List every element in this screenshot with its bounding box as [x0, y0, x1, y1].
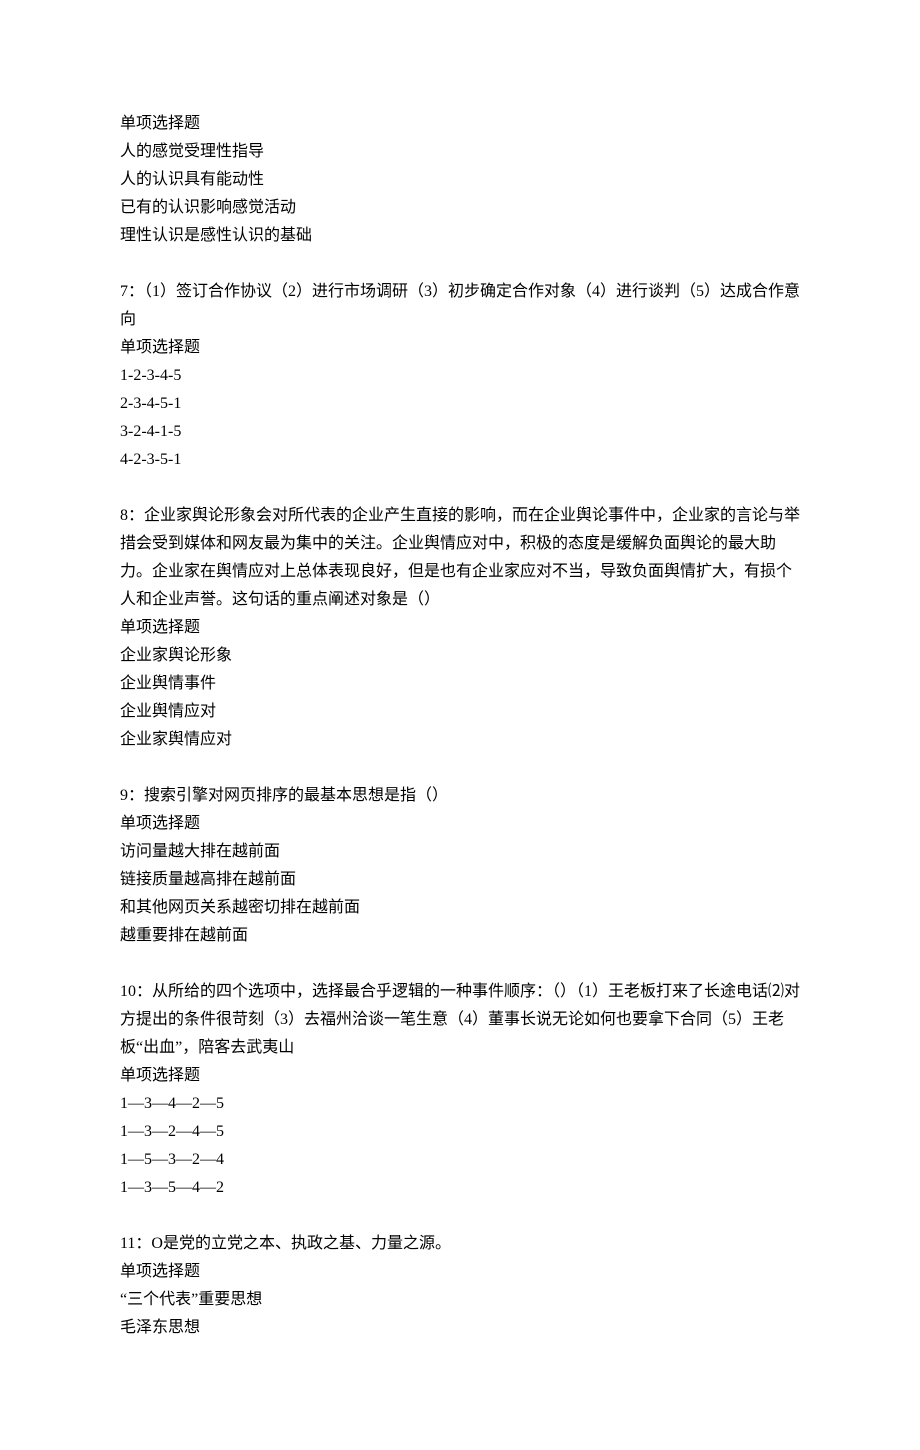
question-stem: 7：（1）签订合作协议（2）进行市场调研（3）初步确定合作对象（4）进行谈判（5…	[120, 278, 800, 334]
question-type: 单项选择题	[120, 1062, 800, 1090]
question-type: 单项选择题	[120, 1258, 800, 1286]
question-11: 11：O是党的立党之本、执政之基、力量之源。 单项选择题 “三个代表”重要思想 …	[120, 1230, 800, 1342]
option: 1—3—5—4—2	[120, 1174, 800, 1202]
option: 4-2-3-5-1	[120, 446, 800, 474]
option: “三个代表”重要思想	[120, 1286, 800, 1314]
option: 企业舆情应对	[120, 698, 800, 726]
option: 已有的认识影响感觉活动	[120, 194, 800, 222]
question-7: 7：（1）签订合作协议（2）进行市场调研（3）初步确定合作对象（4）进行谈判（5…	[120, 278, 800, 474]
question-type: 单项选择题	[120, 110, 800, 138]
question-10: 10：从所给的四个选项中，选择最合乎逻辑的一种事件顺序：（）（1）王老板打来了长…	[120, 978, 800, 1202]
question-9: 9：搜索引擎对网页排序的最基本思想是指（） 单项选择题 访问量越大排在越前面 链…	[120, 782, 800, 950]
question-type: 单项选择题	[120, 810, 800, 838]
option: 越重要排在越前面	[120, 922, 800, 950]
option: 3-2-4-1-5	[120, 418, 800, 446]
option: 和其他网页关系越密切排在越前面	[120, 894, 800, 922]
option: 1—3—4—2—5	[120, 1090, 800, 1118]
option: 企业家舆情应对	[120, 726, 800, 754]
question-stem: 9：搜索引擎对网页排序的最基本思想是指（）	[120, 782, 800, 810]
option: 企业舆情事件	[120, 670, 800, 698]
option: 企业家舆论形象	[120, 642, 800, 670]
question-stem: 11：O是党的立党之本、执政之基、力量之源。	[120, 1230, 800, 1258]
option: 1—3—2—4—5	[120, 1118, 800, 1146]
question-stem: 10：从所给的四个选项中，选择最合乎逻辑的一种事件顺序：（）（1）王老板打来了长…	[120, 978, 800, 1062]
question-8: 8：企业家舆论形象会对所代表的企业产生直接的影响，而在企业舆论事件中，企业家的言…	[120, 502, 800, 754]
question-stem: 8：企业家舆论形象会对所代表的企业产生直接的影响，而在企业舆论事件中，企业家的言…	[120, 502, 800, 614]
option: 理性认识是感性认识的基础	[120, 222, 800, 250]
option: 访问量越大排在越前面	[120, 838, 800, 866]
question-6-partial: 单项选择题 人的感觉受理性指导 人的认识具有能动性 已有的认识影响感觉活动 理性…	[120, 110, 800, 250]
option: 1-2-3-4-5	[120, 362, 800, 390]
document-page: 单项选择题 人的感觉受理性指导 人的认识具有能动性 已有的认识影响感觉活动 理性…	[0, 0, 920, 1450]
question-type: 单项选择题	[120, 334, 800, 362]
option: 2-3-4-5-1	[120, 390, 800, 418]
option: 链接质量越高排在越前面	[120, 866, 800, 894]
option: 人的感觉受理性指导	[120, 138, 800, 166]
question-type: 单项选择题	[120, 614, 800, 642]
option: 人的认识具有能动性	[120, 166, 800, 194]
option: 1—5—3—2—4	[120, 1146, 800, 1174]
option: 毛泽东思想	[120, 1314, 800, 1342]
